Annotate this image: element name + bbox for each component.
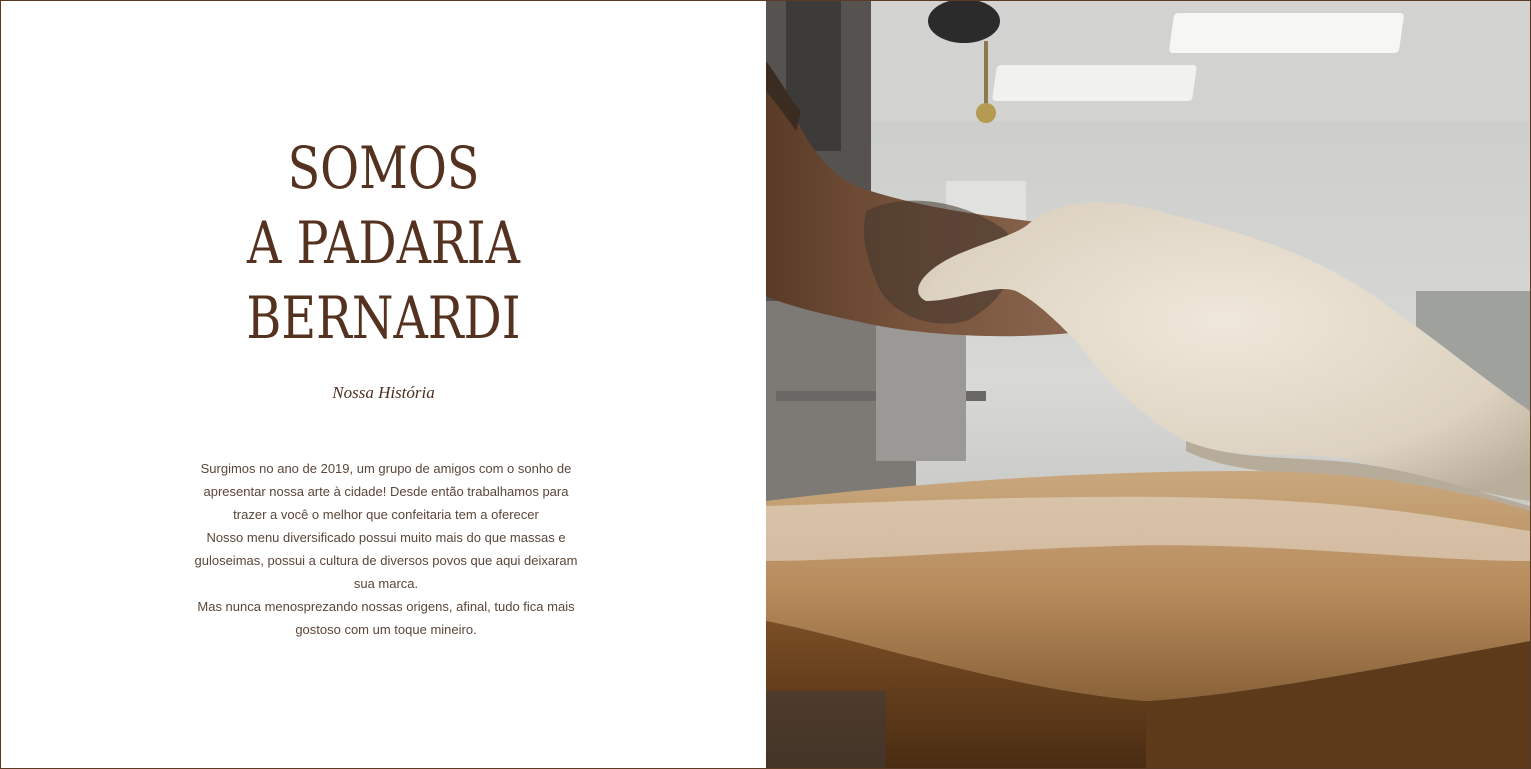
paragraph-origins: Mas nunca menosprezando nossas origens, … [197,599,575,637]
page-title: SOMOS A PADARIA BERNARDI [70,131,697,356]
about-section: SOMOS A PADARIA BERNARDI Nossa História … [0,0,1531,769]
paragraph-menu: Nosso menu diversificado possui muito ma… [194,530,578,591]
baker-stretching-dough-photo [766,1,1530,768]
title-line-1: SOMOS [287,134,480,202]
title-line-3: BERNARDI [246,284,521,352]
about-description: Surgimos no ano de 2019, um grupo de ami… [191,457,581,641]
section-subtitle: Nossa História [332,383,435,402]
title-line-2: A PADARIA [247,209,520,277]
paragraph-history: Surgimos no ano de 2019, um grupo de ami… [200,461,572,522]
about-text-panel: SOMOS A PADARIA BERNARDI Nossa História … [1,1,766,768]
